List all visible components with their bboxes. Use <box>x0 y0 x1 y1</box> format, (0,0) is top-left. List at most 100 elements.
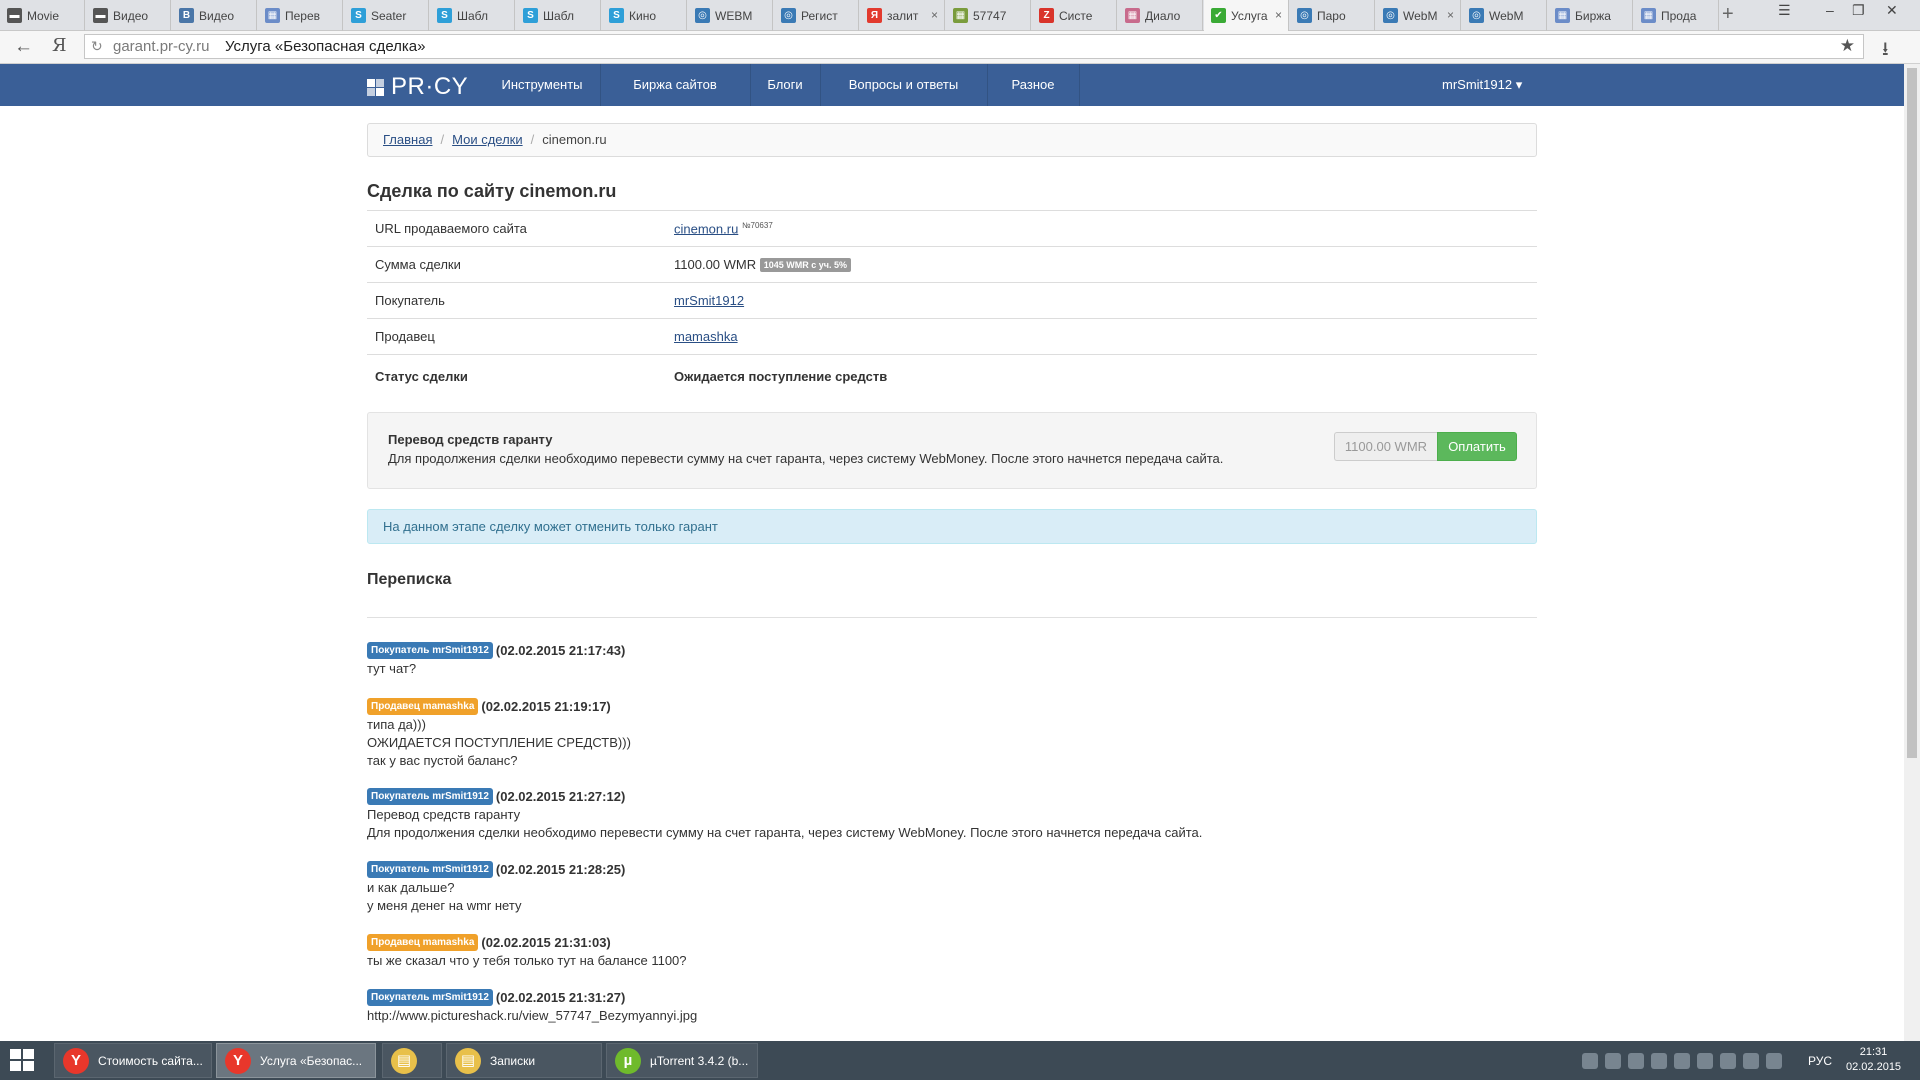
browser-tab[interactable]: S Кино <box>602 0 687 31</box>
tray-icon[interactable] <box>1605 1053 1621 1069</box>
breadcrumb-my-deals[interactable]: Мои сделки <box>452 132 523 147</box>
browser-tab[interactable]: Язалит × <box>860 0 945 31</box>
tab-favicon-icon: S <box>437 8 452 23</box>
utorrent-tray-icon[interactable] <box>1720 1053 1736 1069</box>
divider <box>367 617 1537 618</box>
tab-label: Seater <box>371 8 407 23</box>
language-indicator[interactable]: РУС <box>1808 1054 1832 1068</box>
site-logo[interactable]: PR·CY <box>367 73 468 101</box>
sum-cell: 1100.00 WMR 1045 WMR с уч. 5% <box>666 246 1537 283</box>
sum-value: 1100.00 WMR <box>674 256 757 272</box>
browser-tab[interactable]: ✔ Услуга × <box>1204 0 1289 31</box>
windows-start-icon[interactable] <box>10 1049 36 1073</box>
tab-favicon-icon: ◎ <box>781 8 796 23</box>
nav-tools[interactable]: Инструменты <box>484 64 601 106</box>
table-row: URL продаваемого сайта cinemon.ru №70637 <box>367 210 1537 247</box>
browser-tab[interactable]: ▦ Диало <box>1118 0 1203 31</box>
yandex-icon[interactable]: Я <box>52 35 67 56</box>
new-tab-button[interactable]: + <box>1722 3 1734 26</box>
browser-tab[interactable]: ▦ Перев <box>258 0 343 31</box>
tab-favicon-icon: ▦ <box>1125 8 1140 23</box>
minimize-icon[interactable]: – <box>1826 2 1834 18</box>
taskbar-button[interactable]: ▤ <box>382 1043 442 1078</box>
browser-tab[interactable]: S Шабл <box>430 0 515 31</box>
tab-label: Услуга <box>1231 8 1268 23</box>
browser-tab-strip: ▬ Movie ▬ Видео В Видео ▦ Перев S Seater S Шабл S Шаб… <box>0 0 1920 31</box>
taskbar-button[interactable]: ▤ Записки <box>446 1043 602 1078</box>
pay-button[interactable]: Оплатить <box>1437 432 1517 461</box>
taskbar-button[interactable]: Y Стоимость сайта... <box>54 1043 212 1078</box>
tab-label: WEBM <box>715 8 753 23</box>
message-link[interactable]: http://www.pictureshack.ru/view_57747_Be… <box>367 1007 697 1025</box>
tab-favicon-icon: ✔ <box>1211 8 1226 23</box>
tray-icon[interactable] <box>1651 1053 1667 1069</box>
tab-close-icon[interactable]: × <box>1447 8 1454 22</box>
author-badge: Покупатель mrSmit1912 <box>367 861 493 878</box>
network-icon[interactable] <box>1766 1053 1782 1069</box>
breadcrumb-home[interactable]: Главная <box>383 132 432 147</box>
nvidia-icon[interactable] <box>1697 1053 1713 1069</box>
table-row: Продавец mamashka <box>367 318 1537 355</box>
browser-tab[interactable]: ▦ 57747 <box>946 0 1031 31</box>
taskbar-button-label: µTorrent 3.4.2 (b... <box>650 1053 749 1068</box>
flag-icon[interactable] <box>1743 1053 1759 1069</box>
browser-tab[interactable]: ◎ WebM <box>1462 0 1547 31</box>
clock[interactable]: 21:31 02.02.2015 <box>1846 1045 1901 1075</box>
buyer-link[interactable]: mrSmit1912 <box>674 293 744 308</box>
reload-icon[interactable]: ↻ <box>91 35 103 58</box>
tray-icon[interactable] <box>1674 1053 1690 1069</box>
taskbar-button[interactable]: Y Услуга «Безопас... <box>216 1043 376 1078</box>
tab-favicon-icon: ◎ <box>695 8 710 23</box>
url-page-title: Услуга «Безопасная сделка» <box>225 38 426 55</box>
nav-blogs[interactable]: Блоги <box>750 64 821 106</box>
table-row: Сумма сделки 1100.00 WMR 1045 WMR с уч. … <box>367 246 1537 283</box>
tab-close-icon[interactable]: × <box>1275 8 1282 22</box>
user-menu[interactable]: mrSmit1912 ▾ <box>1442 64 1522 106</box>
bookmark-star-icon[interactable]: ★ <box>1840 34 1855 57</box>
restore-icon[interactable]: ❐ <box>1852 2 1865 19</box>
browser-tab[interactable]: Z Систе <box>1032 0 1117 31</box>
close-window-icon[interactable]: ✕ <box>1886 2 1898 19</box>
browser-tab[interactable]: ◎ WebM × <box>1376 0 1461 31</box>
message-item: Продавец mamashka (02.02.2015 21:31:03) т… <box>367 934 687 970</box>
scrollbar-thumb[interactable] <box>1907 68 1917 758</box>
page-scrollbar[interactable] <box>1904 64 1920 1041</box>
tray-icon[interactable] <box>1582 1053 1598 1069</box>
browser-tab[interactable]: ◎ Паро <box>1290 0 1375 31</box>
browser-tab[interactable]: S Шабл <box>516 0 601 31</box>
seller-link[interactable]: mamashka <box>674 329 738 344</box>
volume-icon[interactable] <box>1628 1053 1644 1069</box>
author-badge: Продавец mamashka <box>367 698 479 715</box>
tab-close-icon[interactable]: × <box>931 8 938 22</box>
message-text: так у вас пустой баланс? <box>367 753 518 768</box>
site-url-link[interactable]: cinemon.ru <box>674 221 738 236</box>
back-arrow-icon[interactable]: ← <box>14 36 33 58</box>
browser-tab[interactable]: S Seater <box>344 0 429 31</box>
message-item: Покупатель mrSmit1912 (02.02.2015 21:27:1… <box>367 788 1202 842</box>
address-field[interactable]: ↻ garant.pr-cy.ru Услуга «Безопасная сде… <box>84 34 1864 59</box>
browser-tab[interactable]: ◎ Регист <box>774 0 859 31</box>
tab-label: Шабл <box>543 8 575 23</box>
browser-tab[interactable]: ▦ Биржа <box>1548 0 1633 31</box>
tab-favicon-icon: ▦ <box>1555 8 1570 23</box>
tab-label: Прода <box>1661 8 1697 23</box>
message-time: (02.02.2015 21:31:03) <box>481 935 611 950</box>
browser-tab[interactable]: ▬ Видео <box>86 0 171 31</box>
nav-misc[interactable]: Разное <box>987 64 1080 106</box>
amount-field[interactable]: 1100.00 WMR <box>1334 432 1437 461</box>
browser-tab[interactable]: В Видео <box>172 0 257 31</box>
browser-tab[interactable]: ◎ WEBM <box>688 0 773 31</box>
tab-favicon-icon: В <box>179 8 194 23</box>
menu-icon[interactable]: ☰ <box>1778 2 1791 19</box>
message-text: Перевод средств гаранту <box>367 807 521 822</box>
correspondence-title: Переписка <box>367 571 452 588</box>
taskbar-button[interactable]: µ µTorrent 3.4.2 (b... <box>606 1043 758 1078</box>
download-icon[interactable]: ⭳ <box>1882 35 1889 67</box>
browser-tab[interactable]: ▬ Movie <box>0 0 85 31</box>
nav-site-exchange[interactable]: Биржа сайтов <box>600 64 751 106</box>
tab-favicon-icon: S <box>351 8 366 23</box>
author-badge: Покупатель mrSmit1912 <box>367 642 493 659</box>
status-value: Ожидается поступление средств <box>666 354 1537 398</box>
browser-tab[interactable]: ▦ Прода <box>1634 0 1719 31</box>
nav-qa[interactable]: Вопросы и ответы <box>820 64 988 106</box>
